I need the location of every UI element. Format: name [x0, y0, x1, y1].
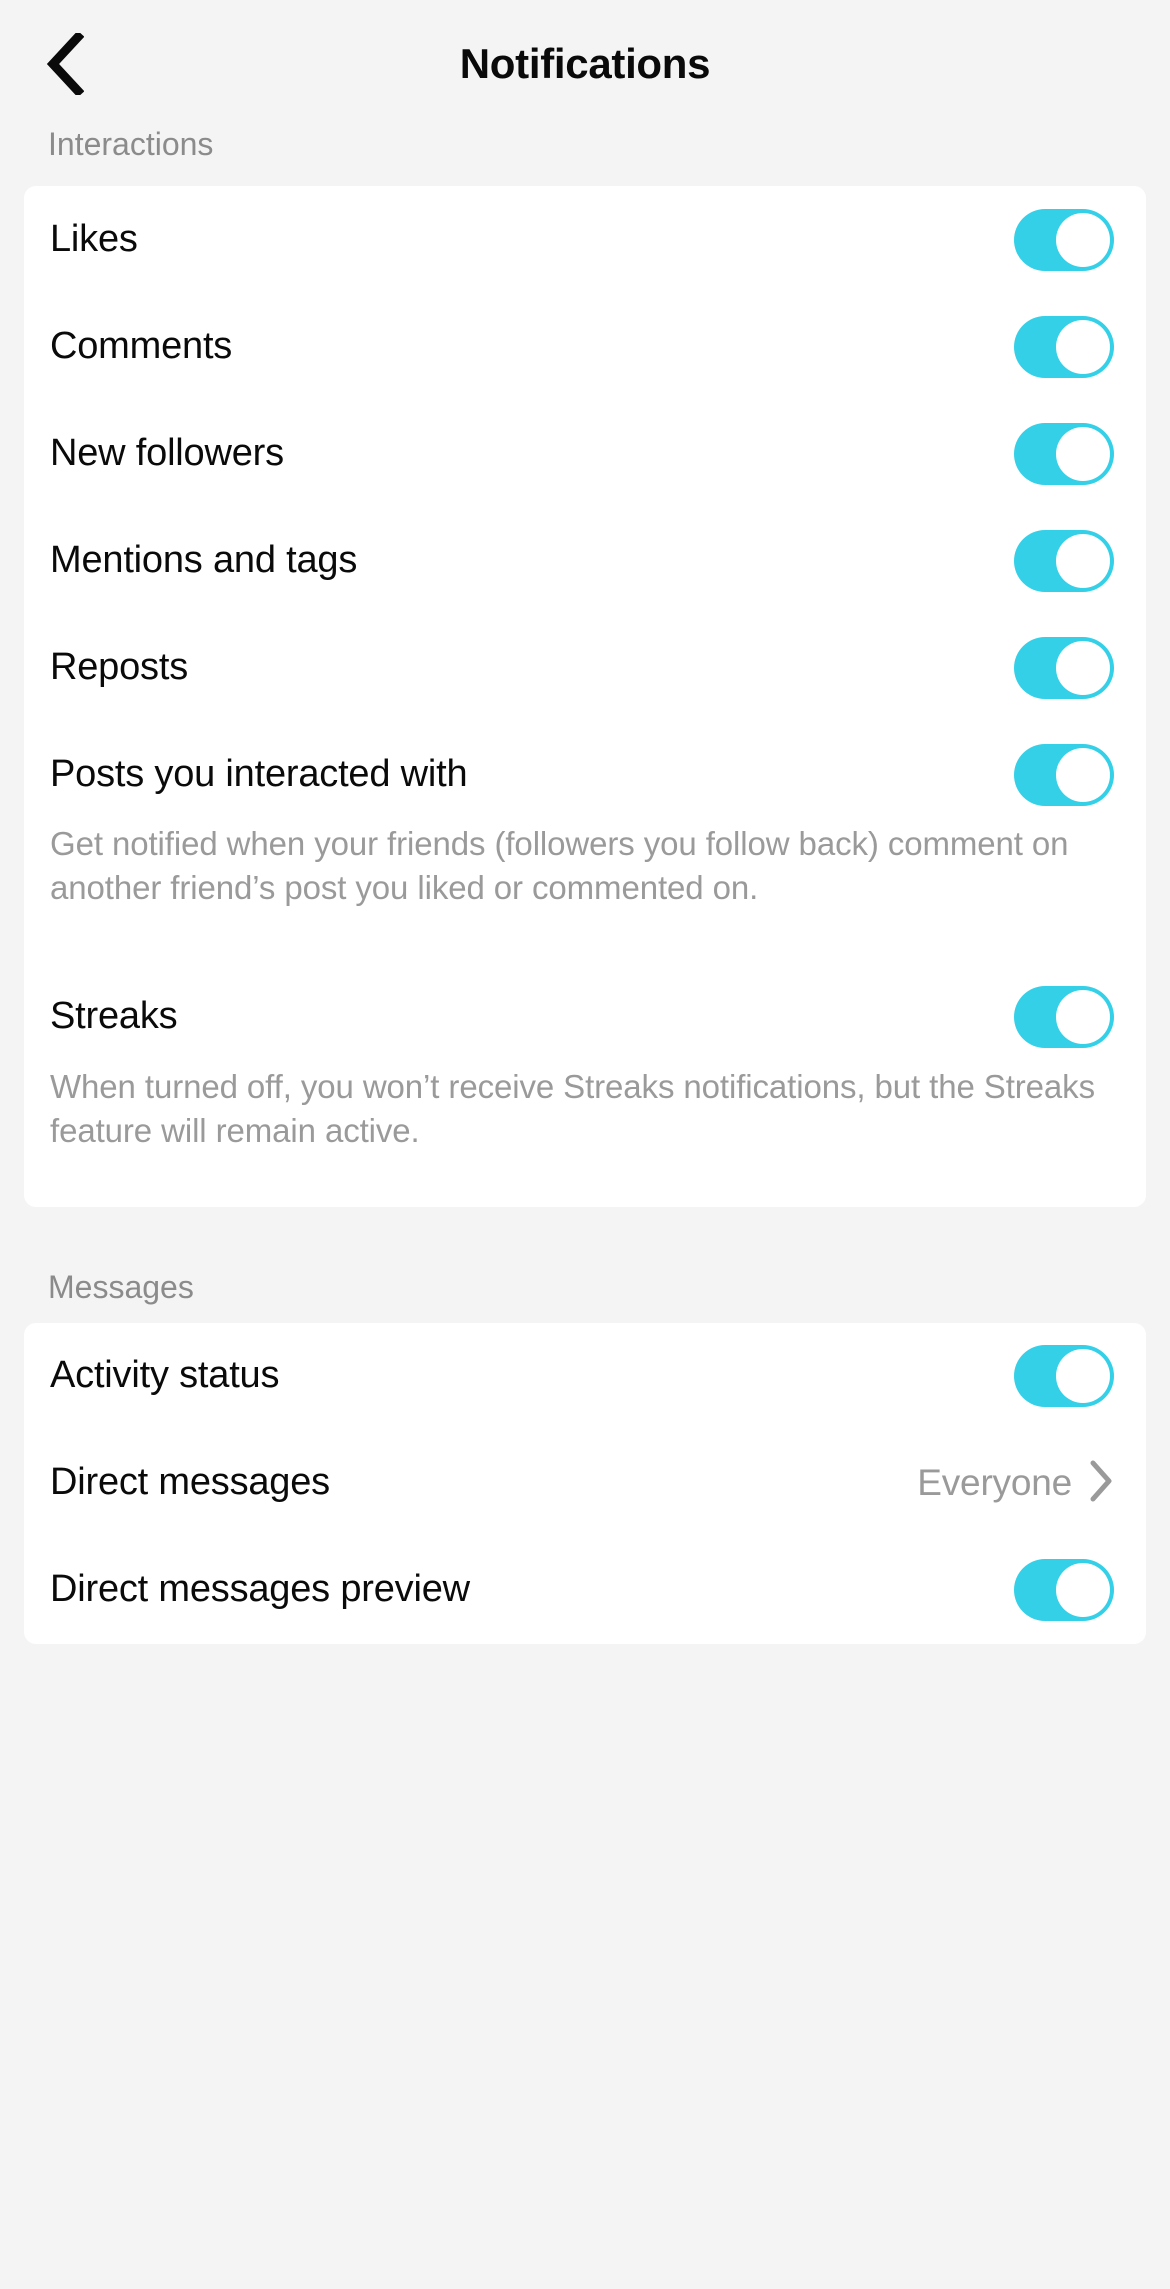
toggle-mentions-and-tags[interactable]: [1014, 529, 1114, 592]
toggle-reposts[interactable]: [1014, 636, 1114, 699]
toggle-knob: [1056, 747, 1110, 802]
toggle-knob: [1056, 1349, 1110, 1403]
row-control: [1014, 636, 1114, 699]
row-label: Mentions and tags: [50, 538, 358, 581]
page-title: Notifications: [459, 40, 711, 87]
toggle-posts-you-interacted-with[interactable]: [1014, 743, 1114, 806]
section-header-messages: Messages: [48, 1268, 194, 1305]
setting-row-activity-status[interactable]: Activity status: [24, 1323, 1146, 1430]
setting-row-reposts[interactable]: Reposts: [24, 614, 1146, 721]
setting-row-direct-messages[interactable]: Direct messages Everyone: [24, 1430, 1146, 1537]
setting-row-direct-messages-preview[interactable]: Direct messages preview: [24, 1537, 1146, 1644]
row-label: Direct messages: [50, 1461, 330, 1504]
row-label: Activity status: [50, 1354, 280, 1397]
direct-messages-value: Everyone: [917, 1462, 1072, 1503]
section-header-interactions: Interactions: [48, 126, 214, 162]
row-control: Everyone: [917, 1459, 1114, 1508]
navigation-bar: Notifications: [0, 0, 1170, 128]
back-button[interactable]: [22, 24, 108, 104]
row-label: Reposts: [50, 645, 189, 688]
chevron-right-icon: [1088, 1459, 1114, 1508]
toggle-comments[interactable]: [1014, 315, 1114, 378]
toggle-knob: [1056, 319, 1110, 374]
row-label: Streaks: [50, 995, 178, 1038]
row-control: [1014, 315, 1114, 378]
toggle-knob: [1056, 990, 1110, 1045]
toggle-knob: [1056, 533, 1110, 588]
row-control: [1014, 743, 1114, 806]
row-label: Comments: [50, 324, 233, 367]
setting-description-streaks: When turned off, you won’t receive Strea…: [50, 1067, 1095, 1149]
row-label: New followers: [50, 431, 284, 474]
setting-row-streaks[interactable]: Streaks: [24, 964, 1146, 1071]
settings-card-messages: Activity status Direct messages Everyone…: [24, 1322, 1146, 1644]
chevron-left-icon: [46, 33, 84, 95]
row-control: [1014, 422, 1114, 485]
toggle-streaks[interactable]: [1014, 986, 1114, 1049]
row-control: [1014, 529, 1114, 592]
row-label: Likes: [50, 217, 138, 260]
setting-row-posts-you-interacted-with[interactable]: Posts you interacted with: [24, 721, 1146, 828]
toggle-direct-messages-preview[interactable]: [1014, 1559, 1114, 1621]
row-control: [1014, 1559, 1114, 1621]
toggle-knob: [1056, 640, 1110, 695]
setting-row-likes[interactable]: Likes: [24, 186, 1146, 293]
row-control: [1014, 1345, 1114, 1407]
row-control: [1014, 986, 1114, 1049]
setting-row-mentions-and-tags[interactable]: Mentions and tags: [24, 507, 1146, 614]
setting-row-comments[interactable]: Comments: [24, 293, 1146, 400]
setting-row-new-followers[interactable]: New followers: [24, 400, 1146, 507]
toggle-likes[interactable]: [1014, 208, 1114, 271]
row-label: Posts you interacted with: [50, 752, 468, 795]
settings-card-interactions: Likes Comments New followers Mentions an…: [24, 186, 1146, 1207]
setting-description-posts-you-interacted-with: Get notified when your friends (follower…: [50, 825, 1069, 906]
toggle-knob: [1056, 426, 1110, 481]
toggle-knob: [1056, 1563, 1110, 1617]
toggle-new-followers[interactable]: [1014, 422, 1114, 485]
row-label: Direct messages preview: [50, 1568, 470, 1611]
row-control: [1014, 208, 1114, 271]
toggle-knob: [1056, 212, 1110, 267]
toggle-activity-status[interactable]: [1014, 1345, 1114, 1407]
